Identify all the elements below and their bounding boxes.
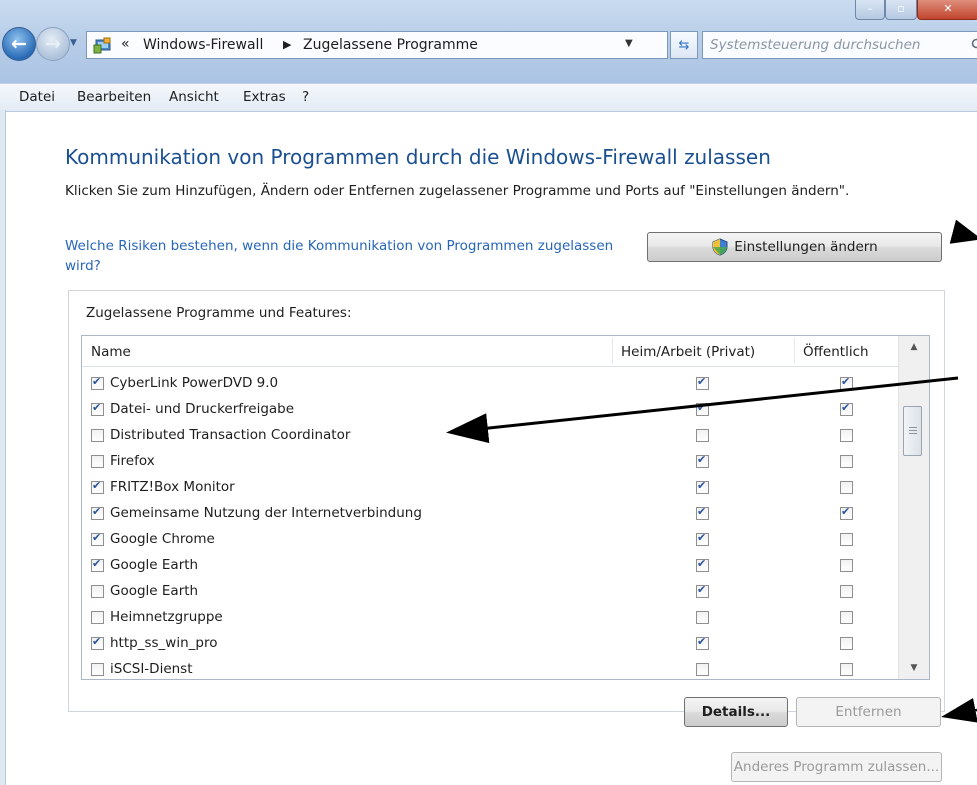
arrow-to-remove-button <box>941 698 977 723</box>
annotation-arrows <box>446 219 977 723</box>
arrow-to-program-list <box>446 376 959 444</box>
arrow-to-settings-button <box>949 219 977 244</box>
